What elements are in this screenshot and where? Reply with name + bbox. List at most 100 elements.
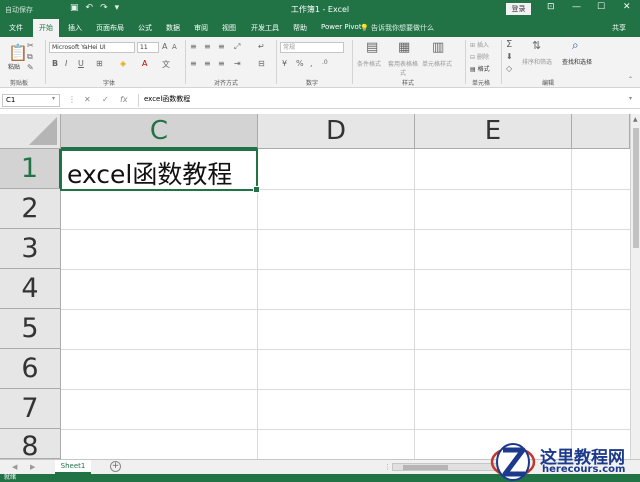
ribbon-display-icon[interactable]: ⊡ xyxy=(547,2,555,12)
tab-view[interactable]: 视图 xyxy=(222,23,236,33)
collapse-ribbon-icon[interactable]: ⌃ xyxy=(628,76,633,83)
merge-center-icon[interactable]: ⊟ xyxy=(258,59,265,68)
horizontal-scrollbar[interactable] xyxy=(392,463,502,471)
format-painter-icon[interactable]: ✎ xyxy=(27,63,34,72)
font-name-dropdown[interactable]: Microsoft YaHei UI xyxy=(49,42,135,53)
indent-icon[interactable]: ⇥ xyxy=(234,59,241,68)
align-bottom-icon[interactable]: ≡ xyxy=(218,42,225,51)
sort-filter-icon[interactable]: ⇅ xyxy=(532,39,541,52)
maximize-icon[interactable]: ☐ xyxy=(597,2,605,12)
group-alignment: 对齐方式 xyxy=(214,80,239,87)
paste-button[interactable]: 粘贴 xyxy=(8,62,20,71)
expand-formula-icon[interactable]: ▾ xyxy=(629,95,632,102)
cut-icon[interactable]: ✂ xyxy=(27,41,34,50)
align-middle-icon[interactable]: ≡ xyxy=(204,42,211,51)
fill-icon[interactable]: ⬇ xyxy=(506,52,513,61)
insert-cells-button[interactable]: ⊞ 插入 xyxy=(470,40,489,49)
row-header-1[interactable]: 1 xyxy=(0,149,61,189)
formula-input[interactable]: excel函数教程 xyxy=(138,94,634,107)
tab-insert[interactable]: 插入 xyxy=(68,23,82,33)
row-header-8[interactable]: 8 xyxy=(0,429,61,459)
insert-function-icon[interactable]: fx xyxy=(120,95,128,104)
scroll-thumb[interactable] xyxy=(633,128,639,248)
font-size-dropdown[interactable]: 11 xyxy=(137,42,159,53)
conditional-format-icon[interactable]: ▤ xyxy=(366,40,378,55)
paste-icon[interactable]: 📋 xyxy=(8,43,28,62)
increase-font-icon[interactable]: A xyxy=(162,42,167,51)
row-header-4[interactable]: 4 xyxy=(0,269,61,309)
comma-icon[interactable]: , xyxy=(310,59,313,68)
find-select-icon[interactable]: ⌕ xyxy=(572,38,579,53)
format-table-button[interactable]: 套用表格格式 xyxy=(388,59,418,77)
bold-icon[interactable]: B xyxy=(52,59,58,68)
autosum-icon[interactable]: Σ xyxy=(506,39,512,50)
next-sheet-icon[interactable]: ▶ xyxy=(30,463,35,471)
tab-page-layout[interactable]: 页面布局 xyxy=(96,23,124,33)
align-left-icon[interactable]: ≡ xyxy=(190,59,197,68)
decrease-font-icon[interactable]: A xyxy=(172,43,177,51)
underline-icon[interactable]: U xyxy=(78,59,84,68)
tab-file[interactable]: 文件 xyxy=(9,23,23,33)
format-cells-label: 格式 xyxy=(477,66,490,73)
fill-color-icon[interactable]: ◈ xyxy=(120,59,126,68)
row-header-5[interactable]: 5 xyxy=(0,309,61,349)
sheet-tab-sheet1[interactable]: Sheet1 xyxy=(55,460,91,474)
conditional-format-button[interactable]: 条件格式 xyxy=(357,59,381,68)
select-all-corner[interactable] xyxy=(0,114,61,149)
row-header-6[interactable]: 6 xyxy=(0,349,61,389)
currency-icon[interactable]: ¥ xyxy=(282,59,287,68)
border-icon[interactable]: ⊞ xyxy=(96,59,103,68)
share-button[interactable]: 共享 xyxy=(612,23,626,33)
sort-filter-button[interactable]: 排序和筛选 xyxy=(522,57,552,66)
tab-home[interactable]: 开始 xyxy=(33,19,59,37)
tab-data[interactable]: 数据 xyxy=(166,23,180,33)
scroll-thumb[interactable] xyxy=(403,465,448,470)
tab-help[interactable]: 帮助 xyxy=(293,23,307,33)
orientation-icon[interactable]: ⤢ xyxy=(234,42,240,52)
percent-icon[interactable]: % xyxy=(296,59,304,68)
tab-review[interactable]: 审阅 xyxy=(194,23,208,33)
find-select-button[interactable]: 查找和选择 xyxy=(562,57,592,66)
cell-styles-icon[interactable]: ▥ xyxy=(432,40,444,55)
tab-developer[interactable]: 开发工具 xyxy=(251,23,279,33)
row-header-7[interactable]: 7 xyxy=(0,389,61,429)
column-header-d[interactable]: D xyxy=(258,114,415,149)
format-cells-button[interactable]: ▤ 格式 xyxy=(470,64,490,73)
decimal-icon[interactable]: .0 xyxy=(322,59,328,66)
row-header-2[interactable]: 2 xyxy=(0,189,61,229)
vertical-scrollbar[interactable]: ▲ xyxy=(630,114,640,459)
number-format-dropdown[interactable]: 常规 xyxy=(280,42,344,53)
grid-line xyxy=(61,269,630,270)
align-right-icon[interactable]: ≡ xyxy=(218,59,225,68)
delete-cells-button[interactable]: ⊟ 删除 xyxy=(470,52,489,61)
italic-icon[interactable]: I xyxy=(65,59,67,68)
column-header-c[interactable]: C xyxy=(61,114,258,149)
align-top-icon[interactable]: ≡ xyxy=(190,42,197,51)
tab-power-pivot[interactable]: Power Pivot xyxy=(321,23,362,31)
watermark-url: herecours.com xyxy=(542,464,626,475)
tab-formulas[interactable]: 公式 xyxy=(138,23,152,33)
enter-icon[interactable]: ✓ xyxy=(102,95,109,104)
align-center-icon[interactable]: ≡ xyxy=(204,59,211,68)
font-color-icon[interactable]: A xyxy=(142,59,147,68)
cancel-icon[interactable]: ✕ xyxy=(84,95,91,104)
column-header-next[interactable] xyxy=(572,114,630,149)
scroll-up-icon[interactable]: ▲ xyxy=(633,116,638,123)
copy-icon[interactable]: ⧉ xyxy=(27,52,33,62)
cell-styles-button[interactable]: 单元格样式 xyxy=(422,59,452,68)
row-header-3[interactable]: 3 xyxy=(0,229,61,269)
column-header-e[interactable]: E xyxy=(415,114,572,149)
group-styles: 样式 xyxy=(402,80,415,87)
clear-icon[interactable]: ◇ xyxy=(506,64,512,73)
minimize-icon[interactable]: — xyxy=(572,2,581,12)
format-table-icon[interactable]: ▦ xyxy=(398,40,410,55)
phonetic-icon[interactable]: 文 xyxy=(162,59,170,70)
login-button[interactable]: 登录 xyxy=(506,3,531,15)
tell-me-search[interactable]: 💡 告诉我你想要做什么 xyxy=(360,23,434,33)
name-box-dropdown-icon[interactable]: ▾ xyxy=(52,95,55,102)
add-sheet-icon[interactable]: + xyxy=(110,461,121,472)
wrap-text-icon[interactable]: ↵ xyxy=(258,42,265,51)
group-clipboard: 剪贴板 xyxy=(10,80,29,87)
close-icon[interactable]: ✕ xyxy=(623,2,631,12)
prev-sheet-icon[interactable]: ◀ xyxy=(12,463,17,471)
